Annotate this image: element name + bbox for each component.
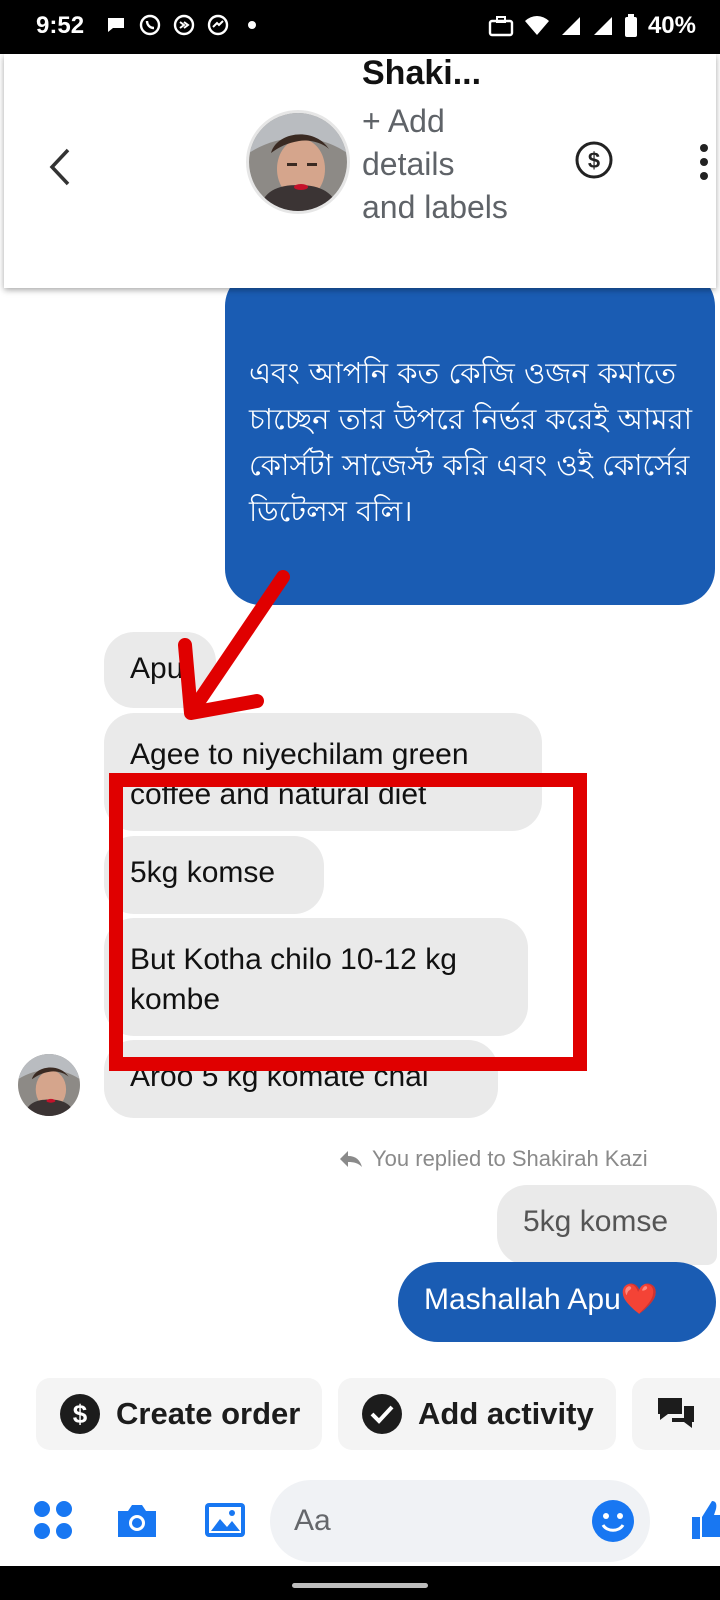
dot-icon xyxy=(240,13,264,37)
heart-emoji: ❤️ xyxy=(620,1283,659,1316)
quoted-text: 5kg komse xyxy=(523,1205,669,1238)
battery-icon xyxy=(624,14,637,37)
more-options-button[interactable] xyxy=(694,140,714,184)
work-profile-icon xyxy=(488,16,514,37)
system-status: 40% xyxy=(488,12,696,40)
chat-notification-icon xyxy=(104,13,128,37)
wifi-icon xyxy=(524,16,549,35)
payments-button[interactable]: $ xyxy=(574,140,614,180)
signal-icon xyxy=(561,17,580,35)
annotation-arrow xyxy=(178,570,290,720)
message-text: Mashallah Apu❤️ xyxy=(424,1283,659,1316)
more-actions-button[interactable] xyxy=(30,1497,76,1543)
message-input-placeholder: Aa xyxy=(294,1504,331,1537)
back-icon xyxy=(49,148,70,186)
image-icon xyxy=(205,1503,245,1537)
camera-icon xyxy=(118,1505,156,1537)
camera-button[interactable] xyxy=(114,1497,160,1543)
create-order-label: Create order xyxy=(116,1396,301,1431)
outgoing-message[interactable]: Mashallah Apu❤️ xyxy=(398,1262,716,1342)
messenger-icon xyxy=(206,13,230,37)
gallery-button[interactable] xyxy=(202,1497,248,1543)
message-input[interactable]: Aa xyxy=(270,1480,650,1562)
create-order-button[interactable]: $ Create order xyxy=(36,1378,322,1450)
dollar-icon: $ xyxy=(575,141,613,179)
annotation-highlight-box xyxy=(109,773,587,1071)
home-gesture-pill[interactable] xyxy=(292,1583,428,1588)
conversation-header: Shaki... + Add details and labels $ xyxy=(4,54,716,288)
emoji-icon[interactable] xyxy=(590,1498,636,1544)
quoted-message[interactable]: 5kg komse xyxy=(497,1185,717,1265)
add-details-link[interactable]: + Add details and labels xyxy=(362,100,512,229)
viber-icon xyxy=(172,13,196,37)
replied-text: You replied to Shakirah Kazi xyxy=(372,1146,648,1171)
chat-bubbles-icon xyxy=(654,1392,698,1436)
whatsapp-icon xyxy=(138,13,162,37)
check-circle-icon xyxy=(360,1392,404,1436)
sender-avatar[interactable] xyxy=(18,1054,80,1116)
message-text: এবং আপনি কত কেজি ওজন কমাতে চাচ্ছেন তার উ… xyxy=(249,356,702,528)
reply-icon xyxy=(340,1151,362,1167)
add-activity-label: Add activity xyxy=(418,1396,594,1431)
outgoing-message[interactable]: এবং আপনি কত কেজি ওজন কমাতে চাচ্ছেন তার উ… xyxy=(225,270,715,605)
contact-name[interactable]: Shaki... xyxy=(362,54,481,93)
replied-indicator: You replied to Shakirah Kazi xyxy=(338,1146,648,1172)
status-bar: 9:52 40% xyxy=(0,0,720,54)
status-time: 9:52 xyxy=(36,12,85,39)
like-button[interactable] xyxy=(690,1497,720,1543)
add-activity-button[interactable]: Add activity xyxy=(338,1378,616,1450)
svg-text:$: $ xyxy=(588,148,600,173)
back-button[interactable] xyxy=(40,142,80,192)
saved-replies-button[interactable] xyxy=(632,1378,720,1450)
battery-percent: 40% xyxy=(647,12,696,39)
more-vert-icon xyxy=(700,144,708,180)
contact-avatar[interactable] xyxy=(246,110,350,214)
thumbs-up-icon xyxy=(692,1501,720,1539)
dollar-circle-icon: $ xyxy=(58,1392,102,1436)
notification-icons xyxy=(104,13,264,37)
signal-2-icon xyxy=(593,17,612,35)
svg-text:$: $ xyxy=(73,1399,88,1429)
grid-dots-icon xyxy=(34,1501,72,1539)
